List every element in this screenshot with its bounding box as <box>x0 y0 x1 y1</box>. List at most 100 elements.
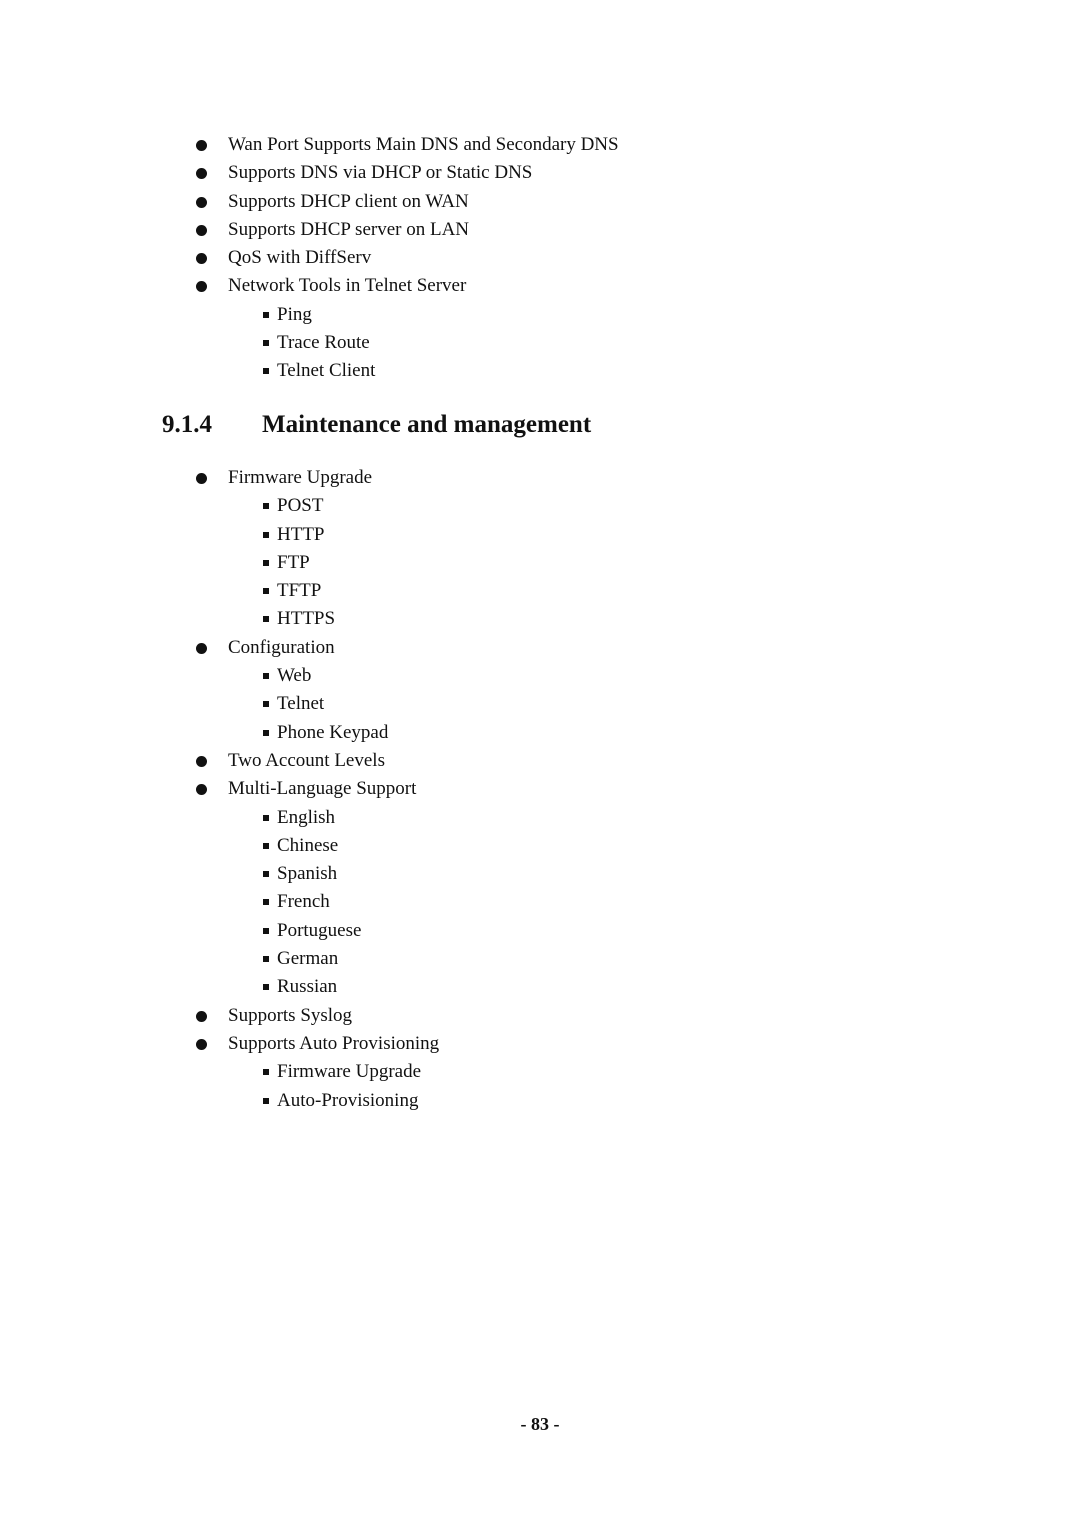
list-item: Supports DHCP server on LAN <box>0 216 619 244</box>
list-item-text: Spanish <box>277 863 338 885</box>
bullet-square-icon <box>263 311 269 318</box>
list-item: Supports Syslog <box>0 1002 439 1030</box>
list-item-text: Telnet Client <box>277 360 376 382</box>
list-item-text: Multi-Language Support <box>228 778 417 800</box>
list-item: Supports Auto Provisioning <box>0 1030 439 1058</box>
list-item-text: Network Tools in Telnet Server <box>228 275 467 297</box>
section-number: 9.1.4 <box>162 411 212 438</box>
bullet-dot-icon <box>196 196 207 208</box>
feature-list-network: Wan Port Supports Main DNS and Secondary… <box>0 131 619 386</box>
bullet-square-icon <box>263 1069 269 1076</box>
list-item-text: Wan Port Supports Main DNS and Secondary… <box>228 134 619 155</box>
bullet-square-icon <box>263 956 269 963</box>
list-item-text: Trace Route <box>277 332 370 354</box>
list-item-text: TFTP <box>277 580 322 602</box>
list-item-text: Firmware Upgrade <box>228 467 373 488</box>
sub-list-item: Spanish <box>0 860 439 888</box>
list-item-text: Phone Keypad <box>277 721 389 743</box>
bullet-square-icon <box>263 899 269 906</box>
list-item: QoS with DiffServ <box>0 244 619 272</box>
sub-list-item: TFTP <box>0 577 439 605</box>
bullet-square-icon <box>263 842 269 849</box>
list-item-text: Configuration <box>228 636 335 658</box>
bullet-square-icon <box>263 729 269 736</box>
sub-list-item: Trace Route <box>0 329 619 357</box>
list-item: Two Account Levels <box>0 747 439 775</box>
list-item: Supports DNS via DHCP or Static DNS <box>0 159 619 187</box>
sub-list-item: Telnet <box>0 690 439 718</box>
bullet-square-icon <box>263 984 269 991</box>
list-item: Firmware Upgrade <box>0 464 439 492</box>
bullet-square-icon <box>263 559 269 566</box>
section-heading: 9.1.4 Maintenance and management <box>162 408 591 442</box>
list-item: Network Tools in Telnet Server <box>0 272 619 300</box>
sub-list-item: French <box>0 888 439 916</box>
list-item-text: Supports Auto Provisioning <box>228 1032 440 1054</box>
sub-list-item: Russian <box>0 973 439 1001</box>
bullet-square-icon <box>263 871 269 878</box>
list-item-text: Supports DHCP client on WAN <box>228 190 469 212</box>
bullet-square-icon <box>263 368 269 375</box>
bullet-square-icon <box>263 588 269 595</box>
sub-list-item: POST <box>0 492 439 520</box>
list-item-text: French <box>277 891 330 913</box>
list-item-text: POST <box>277 495 324 517</box>
list-item-text: Russian <box>277 976 338 998</box>
bullet-dot-icon <box>196 784 207 796</box>
list-item-text: Supports Syslog <box>228 1004 353 1026</box>
sub-list-item: FTP <box>0 549 439 577</box>
bullet-dot-icon <box>196 1038 207 1050</box>
bullet-square-icon <box>263 340 269 347</box>
sub-list-item: HTTPS <box>0 605 439 633</box>
list-item-text: Portuguese <box>277 919 362 941</box>
sub-list-item: Auto-Provisioning <box>0 1087 439 1115</box>
list-item: Wan Port Supports Main DNS and Secondary… <box>0 131 619 159</box>
bullet-square-icon <box>263 814 269 821</box>
list-item-text: QoS with DiffServ <box>228 247 372 269</box>
list-item: Multi-Language Support <box>0 775 439 803</box>
list-item-text: Supports DNS via DHCP or Static DNS <box>228 162 533 184</box>
bullet-square-icon <box>263 927 269 934</box>
sub-list-item: Web <box>0 662 439 690</box>
list-item-text: English <box>277 806 336 828</box>
page-number: - 83 - <box>520 1414 560 1434</box>
list-item-text: FTP <box>277 551 310 573</box>
list-item-text: German <box>277 948 339 970</box>
bullet-dot-icon <box>196 168 207 180</box>
sub-list-item: German <box>0 945 439 973</box>
sub-list-item: Phone Keypad <box>0 719 439 747</box>
list-item-text: Ping <box>277 303 312 325</box>
sub-list-item: Firmware Upgrade <box>0 1058 439 1086</box>
bullet-dot-icon <box>196 473 207 484</box>
sub-list-item: Portuguese <box>0 917 439 945</box>
sub-list-item: Chinese <box>0 832 439 860</box>
bullet-square-icon <box>263 503 269 510</box>
sub-list-item: HTTP <box>0 521 439 549</box>
list-item-text: HTTP <box>277 523 325 545</box>
sub-list-item: English <box>0 804 439 832</box>
list-item-text: Web <box>277 665 312 687</box>
list-item: Configuration <box>0 634 439 662</box>
sub-list-item: Telnet Client <box>0 357 619 385</box>
sub-list-item: Ping <box>0 301 619 329</box>
list-item-text: Supports DHCP server on LAN <box>228 218 470 240</box>
bullet-square-icon <box>263 1097 269 1104</box>
list-item-text: Telnet <box>277 693 325 715</box>
bullet-square-icon <box>263 616 269 623</box>
list-item-text: HTTPS <box>277 608 336 630</box>
bullet-dot-icon <box>196 253 207 265</box>
bullet-dot-icon <box>196 755 207 767</box>
bullet-dot-icon <box>196 281 207 293</box>
list-item-text: Firmware Upgrade <box>277 1061 422 1083</box>
list-item-text: Two Account Levels <box>228 749 385 771</box>
list-item: Supports DHCP client on WAN <box>0 188 619 216</box>
bullet-dot-icon <box>196 140 207 151</box>
bullet-square-icon <box>263 701 269 708</box>
bullet-dot-icon <box>196 1010 207 1022</box>
bullet-square-icon <box>263 531 269 538</box>
feature-list-maintenance: Firmware Upgrade POST HTTP FTP TFTP HTTPS Conf… <box>0 464 439 1115</box>
list-item-text: Chinese <box>277 834 339 856</box>
bullet-square-icon <box>263 673 269 680</box>
bullet-dot-icon <box>196 642 207 654</box>
list-item-text: Auto-Provisioning <box>277 1089 419 1111</box>
